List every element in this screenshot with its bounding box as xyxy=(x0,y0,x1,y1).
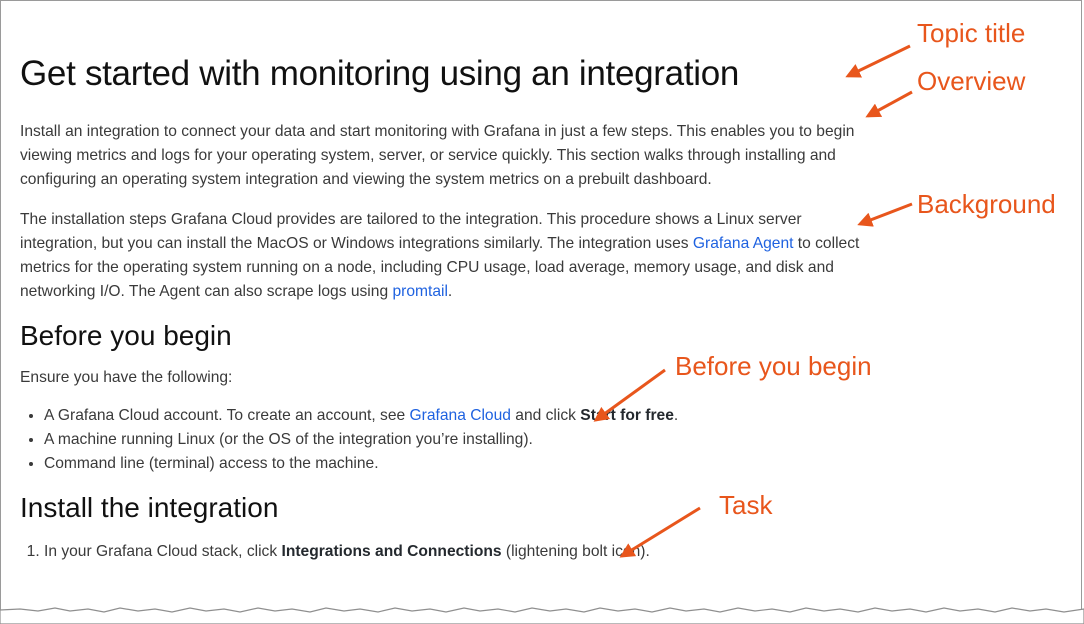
arrow-before-you-begin xyxy=(593,368,666,422)
torn-edge-shape xyxy=(0,607,1084,624)
arrow-task xyxy=(619,506,701,558)
arrow-overview xyxy=(865,90,913,118)
torn-edge xyxy=(0,607,1084,624)
annotation-arrows xyxy=(593,44,913,558)
arrow-background xyxy=(857,202,913,227)
arrow-topic-title xyxy=(845,44,911,78)
